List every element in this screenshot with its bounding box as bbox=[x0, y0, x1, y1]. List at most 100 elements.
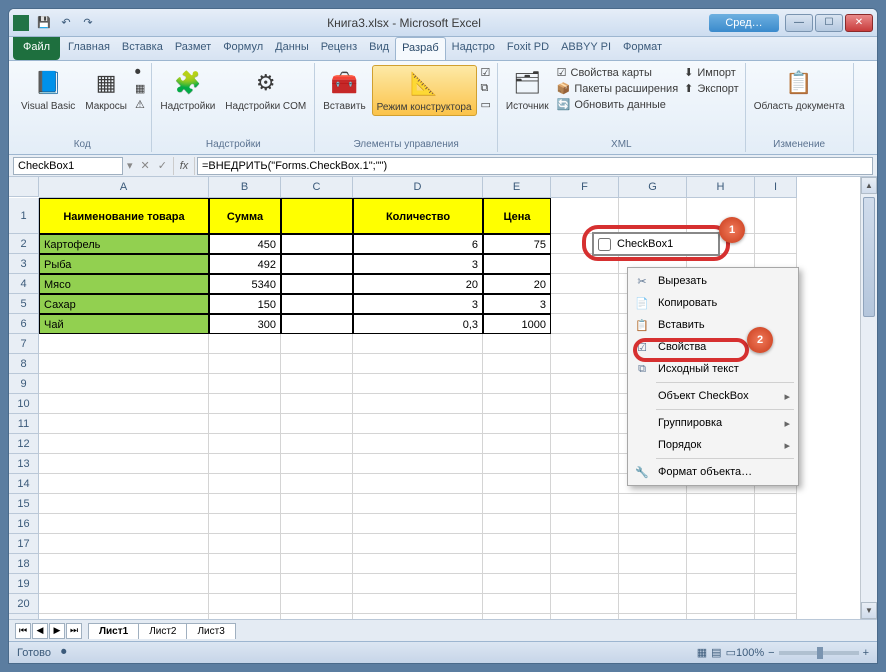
properties-icon[interactable]: ☑ bbox=[479, 65, 493, 80]
context-menu-item[interactable]: ✂Вырезать bbox=[628, 270, 798, 292]
refresh-data-button[interactable]: 🔄 Обновить данные bbox=[555, 97, 681, 112]
row-header[interactable]: 4 bbox=[9, 274, 39, 294]
tab-review[interactable]: Реценз bbox=[315, 37, 363, 60]
select-all-corner[interactable] bbox=[9, 177, 39, 197]
formula-input[interactable]: =ВНЕДРИТЬ("Forms.CheckBox.1";"") bbox=[197, 157, 873, 175]
import-button[interactable]: ⬇ Импорт bbox=[682, 65, 741, 80]
row-header[interactable]: 16 bbox=[9, 514, 39, 534]
row-header[interactable]: 2 bbox=[9, 234, 39, 254]
row-header[interactable]: 1 bbox=[9, 198, 39, 234]
sheet-tab[interactable]: Лист3 bbox=[186, 623, 235, 639]
tab-abbyy[interactable]: ABBYY PI bbox=[555, 37, 617, 60]
row-header[interactable]: 18 bbox=[9, 554, 39, 574]
row-header[interactable]: 20 bbox=[9, 594, 39, 614]
context-menu-item[interactable]: 📄Копировать bbox=[628, 292, 798, 314]
row-header[interactable]: 15 bbox=[9, 494, 39, 514]
qat-redo-icon[interactable]: ↷ bbox=[78, 13, 98, 33]
xml-source-button[interactable]: 🗂Источник bbox=[502, 65, 553, 114]
zoom-slider[interactable] bbox=[779, 651, 859, 655]
qat-save-icon[interactable]: 💾 bbox=[34, 13, 54, 33]
map-properties-button[interactable]: ☑ Свойства карты bbox=[555, 65, 681, 80]
vertical-scrollbar[interactable]: ▲ ▼ bbox=[860, 177, 877, 619]
sheet-tab[interactable]: Лист2 bbox=[138, 623, 187, 639]
tab-view[interactable]: Вид bbox=[363, 37, 395, 60]
row-header[interactable]: 5 bbox=[9, 294, 39, 314]
row-header[interactable]: 21 bbox=[9, 614, 39, 619]
checkbox-input[interactable] bbox=[598, 238, 611, 251]
export-button[interactable]: ⬆ Экспорт bbox=[682, 81, 741, 96]
row-header[interactable]: 6 bbox=[9, 314, 39, 334]
sheet-nav-prev-icon[interactable]: ◀ bbox=[32, 623, 48, 639]
qat-undo-icon[interactable]: ↶ bbox=[56, 13, 76, 33]
close-button[interactable]: ✕ bbox=[845, 14, 873, 32]
context-menu-item[interactable]: Порядок▸ bbox=[628, 434, 798, 456]
tab-format[interactable]: Формат bbox=[617, 37, 668, 60]
row-header[interactable]: 11 bbox=[9, 414, 39, 434]
row-header[interactable]: 14 bbox=[9, 474, 39, 494]
row-header[interactable]: 9 bbox=[9, 374, 39, 394]
zoom-in-icon[interactable]: + bbox=[863, 647, 869, 659]
view-normal-icon[interactable]: ▦ bbox=[697, 646, 707, 659]
checkbox-control[interactable]: CheckBox1 bbox=[592, 232, 720, 256]
sheet-nav-first-icon[interactable]: ⏮ bbox=[15, 623, 31, 639]
cancel-icon[interactable]: ✕ bbox=[137, 159, 154, 172]
col-header[interactable]: A bbox=[39, 177, 209, 198]
scroll-thumb[interactable] bbox=[863, 197, 875, 317]
sred-button[interactable]: Сред… bbox=[709, 14, 779, 32]
row-header[interactable]: 19 bbox=[9, 574, 39, 594]
sheet-nav-next-icon[interactable]: ▶ bbox=[49, 623, 65, 639]
macros-button[interactable]: ▦Макросы bbox=[81, 65, 131, 114]
maximize-button[interactable]: ☐ bbox=[815, 14, 843, 32]
sheet-tab[interactable]: Лист1 bbox=[88, 623, 139, 639]
expansion-packs-button[interactable]: 📦 Пакеты расширения bbox=[555, 81, 681, 96]
context-menu-item[interactable]: 🔧Формат объекта… bbox=[628, 461, 798, 483]
record-macro-icon[interactable]: ⏺ bbox=[133, 65, 147, 80]
document-panel-button[interactable]: 📋Область документа bbox=[750, 65, 849, 114]
col-header[interactable]: H bbox=[687, 177, 755, 198]
name-box[interactable]: CheckBox1 bbox=[13, 157, 123, 175]
tab-file[interactable]: Файл bbox=[13, 37, 60, 60]
row-header[interactable]: 3 bbox=[9, 254, 39, 274]
row-header[interactable]: 7 bbox=[9, 334, 39, 354]
row-header[interactable]: 17 bbox=[9, 534, 39, 554]
row-header[interactable]: 10 bbox=[9, 394, 39, 414]
col-header[interactable]: E bbox=[483, 177, 551, 198]
tab-insert[interactable]: Вставка bbox=[116, 37, 169, 60]
minimize-button[interactable]: — bbox=[785, 14, 813, 32]
zoom-out-icon[interactable]: − bbox=[768, 647, 774, 659]
macro-record-icon[interactable]: ⏺ bbox=[61, 646, 67, 659]
row-header[interactable]: 12 bbox=[9, 434, 39, 454]
col-header[interactable]: D bbox=[353, 177, 483, 198]
context-menu-item[interactable]: ⧉Исходный текст bbox=[628, 358, 798, 380]
col-header[interactable]: B bbox=[209, 177, 281, 198]
row-header[interactable]: 13 bbox=[9, 454, 39, 474]
col-header[interactable]: I bbox=[755, 177, 797, 198]
context-menu-item[interactable]: Группировка▸ bbox=[628, 412, 798, 434]
worksheet-grid[interactable]: A B C D E F G H I 1 Наименование товара … bbox=[9, 177, 877, 619]
view-pagebreak-icon[interactable]: ▭ bbox=[726, 646, 736, 659]
view-layout-icon[interactable]: ▤ bbox=[711, 646, 721, 659]
tab-developer[interactable]: Разраб bbox=[395, 37, 446, 60]
addins-button[interactable]: 🧩Надстройки bbox=[156, 65, 219, 114]
scroll-up-icon[interactable]: ▲ bbox=[861, 177, 877, 194]
col-header[interactable]: G bbox=[619, 177, 687, 198]
fx-icon[interactable]: fx bbox=[173, 157, 195, 175]
tab-formulas[interactable]: Формул bbox=[217, 37, 269, 60]
visual-basic-button[interactable]: 📘Visual Basic bbox=[17, 65, 79, 114]
row-header[interactable]: 8 bbox=[9, 354, 39, 374]
tab-foxit[interactable]: Foxit PD bbox=[501, 37, 555, 60]
run-dialog-icon[interactable]: ▭ bbox=[479, 97, 493, 112]
design-mode-button[interactable]: 📐Режим конструктора bbox=[372, 65, 477, 116]
tab-addins[interactable]: Надстро bbox=[446, 37, 501, 60]
scroll-down-icon[interactable]: ▼ bbox=[861, 602, 877, 619]
insert-control-button[interactable]: 🧰Вставить bbox=[319, 65, 369, 114]
tab-layout[interactable]: Размет bbox=[169, 37, 217, 60]
col-header[interactable]: C bbox=[281, 177, 353, 198]
tab-data[interactable]: Данны bbox=[269, 37, 315, 60]
enter-icon[interactable]: ✓ bbox=[154, 159, 171, 172]
context-menu-item[interactable]: 📋Вставить bbox=[628, 314, 798, 336]
sheet-nav-last-icon[interactable]: ⏭ bbox=[66, 623, 82, 639]
macro-security-icon[interactable]: ⚠ bbox=[133, 97, 147, 112]
col-header[interactable]: F bbox=[551, 177, 619, 198]
context-menu-item[interactable]: Объект CheckBox▸ bbox=[628, 385, 798, 407]
